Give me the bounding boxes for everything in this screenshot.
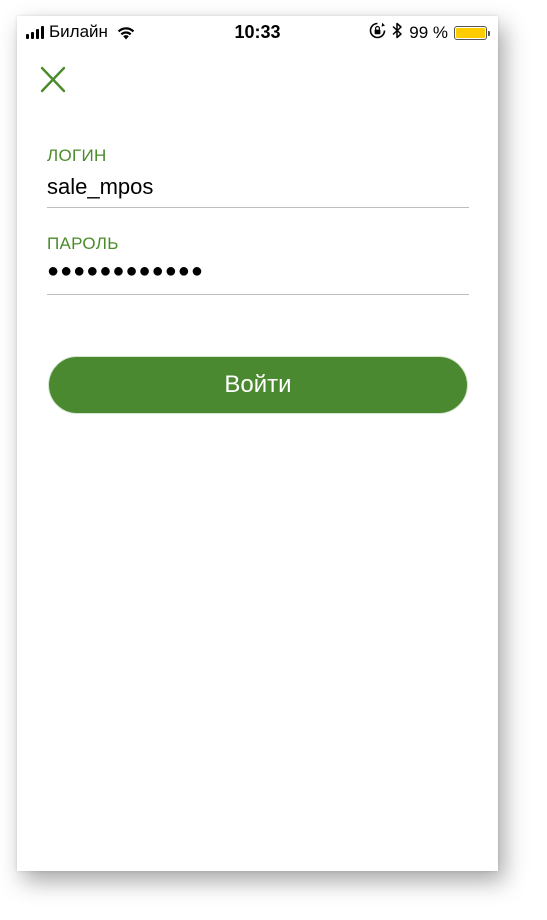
battery-icon xyxy=(454,26,490,40)
phone-screen: Билайн 10:33 99 % ЛОГИН sale_mpos ПАРОЛЬ… xyxy=(17,16,498,871)
login-label: ЛОГИН xyxy=(47,146,107,165)
close-icon xyxy=(40,66,66,93)
bluetooth-icon xyxy=(392,22,403,44)
battery-fill xyxy=(456,28,485,38)
close-button[interactable] xyxy=(37,64,69,96)
password-input[interactable]: ●●●●●●●●●●●● xyxy=(47,260,469,290)
password-label: ПАРОЛЬ xyxy=(47,234,119,253)
battery-percent: 99 % xyxy=(409,23,448,42)
status-bar-right: 99 % xyxy=(369,22,490,44)
status-bar: Билайн 10:33 99 % xyxy=(17,16,498,50)
login-input[interactable] xyxy=(47,172,469,202)
rotation-lock-icon xyxy=(369,22,386,44)
login-button[interactable]: Войти xyxy=(48,356,468,414)
password-field[interactable]: ПАРОЛЬ ●●●●●●●●●●●● xyxy=(47,234,469,295)
login-field[interactable]: ЛОГИН xyxy=(47,146,469,208)
